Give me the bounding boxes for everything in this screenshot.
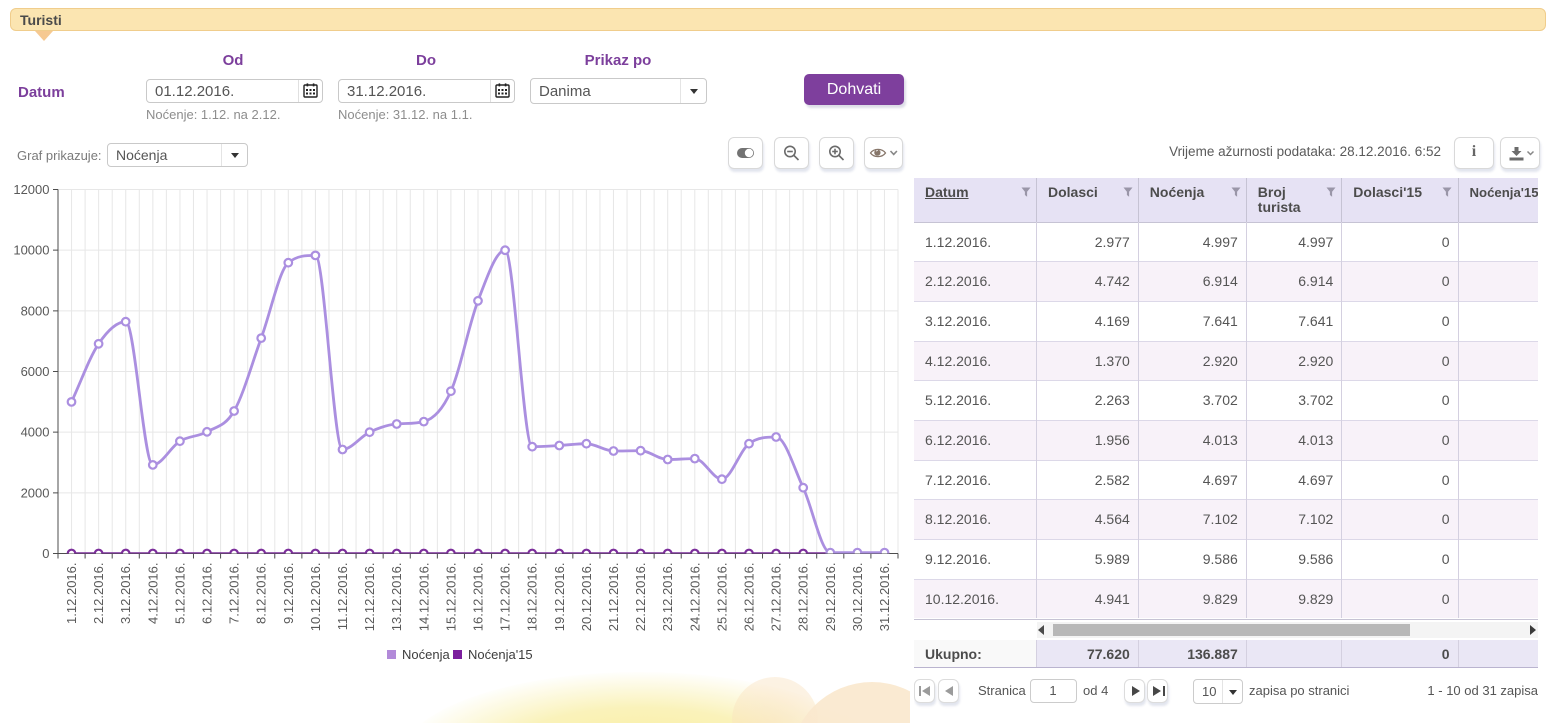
svg-text:2.12.2016.: 2.12.2016.	[91, 563, 106, 624]
svg-text:4000: 4000	[21, 425, 50, 440]
svg-text:12.12.2016.: 12.12.2016.	[362, 563, 377, 632]
svg-text:23.12.2016.: 23.12.2016.	[660, 563, 675, 632]
svg-text:22.12.2016.: 22.12.2016.	[633, 563, 648, 632]
svg-text:15.12.2016.: 15.12.2016.	[443, 563, 458, 632]
svg-text:2000: 2000	[21, 485, 50, 500]
svg-text:29.12.2016.: 29.12.2016.	[823, 563, 838, 632]
svg-text:16.12.2016.: 16.12.2016.	[471, 563, 486, 632]
svg-text:18.12.2016.: 18.12.2016.	[525, 563, 540, 632]
svg-text:25.12.2016.: 25.12.2016.	[714, 563, 729, 632]
svg-text:30.12.2016.: 30.12.2016.	[850, 563, 865, 632]
svg-text:20.12.2016.: 20.12.2016.	[579, 563, 594, 632]
svg-text:10000: 10000	[13, 243, 49, 258]
svg-text:4.12.2016.: 4.12.2016.	[145, 563, 160, 624]
svg-text:6000: 6000	[21, 364, 50, 379]
svg-text:12000: 12000	[13, 182, 49, 197]
svg-text:0: 0	[42, 546, 49, 561]
svg-text:13.12.2016.: 13.12.2016.	[389, 563, 404, 632]
svg-text:17.12.2016.: 17.12.2016.	[498, 563, 513, 632]
svg-text:21.12.2016.: 21.12.2016.	[606, 563, 621, 632]
svg-text:1.12.2016.: 1.12.2016.	[64, 563, 79, 624]
svg-text:9.12.2016.: 9.12.2016.	[281, 563, 296, 624]
svg-text:5.12.2016.: 5.12.2016.	[172, 563, 187, 624]
svg-text:7.12.2016.: 7.12.2016.	[227, 563, 242, 624]
svg-text:11.12.2016.: 11.12.2016.	[335, 563, 350, 631]
svg-text:8.12.2016.: 8.12.2016.	[254, 563, 269, 624]
svg-text:27.12.2016.: 27.12.2016.	[769, 563, 784, 632]
svg-text:24.12.2016.: 24.12.2016.	[687, 563, 702, 632]
svg-text:3.12.2016.: 3.12.2016.	[118, 563, 133, 624]
svg-text:6.12.2016.: 6.12.2016.	[200, 563, 215, 624]
svg-text:28.12.2016.: 28.12.2016.	[796, 563, 811, 632]
svg-text:Noćenja: Noćenja	[402, 647, 450, 662]
svg-text:8000: 8000	[21, 303, 50, 318]
svg-text:14.12.2016.: 14.12.2016.	[416, 563, 431, 632]
svg-text:26.12.2016.: 26.12.2016.	[742, 563, 757, 632]
svg-text:Noćenja'15: Noćenja'15	[468, 647, 533, 662]
svg-text:10.12.2016.: 10.12.2016.	[308, 563, 323, 632]
svg-text:31.12.2016.: 31.12.2016.	[877, 563, 892, 632]
svg-text:19.12.2016.: 19.12.2016.	[552, 563, 567, 632]
